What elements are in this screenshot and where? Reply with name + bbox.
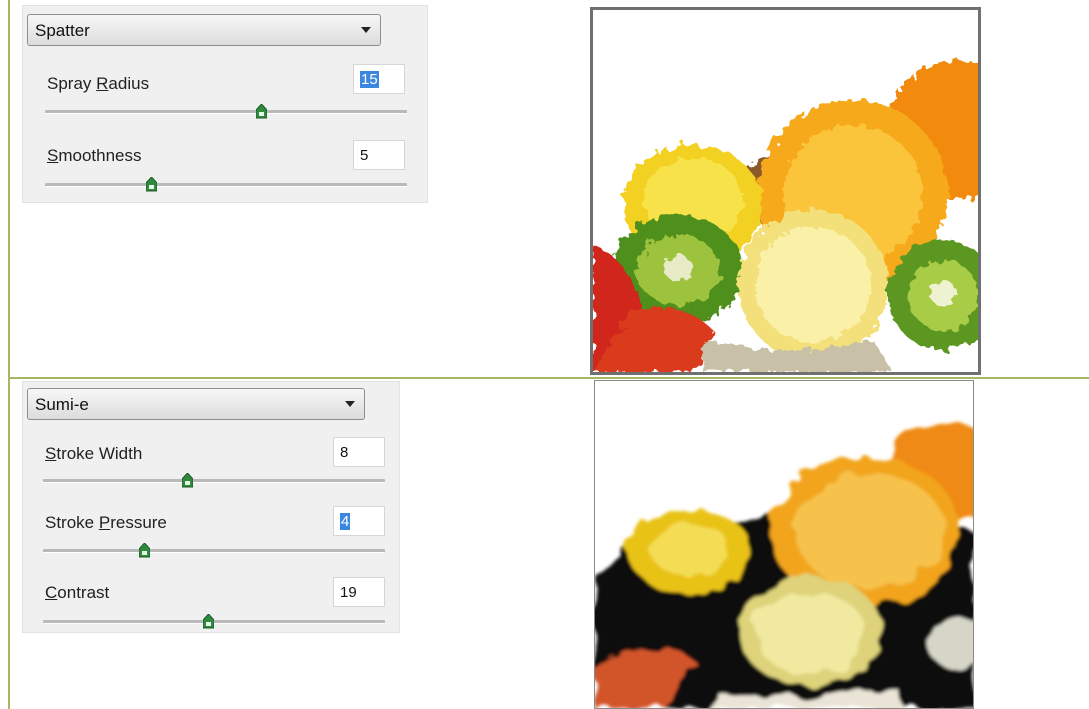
chevron-down-icon (361, 27, 371, 33)
stroke-width-value: 8 (340, 444, 349, 461)
sumie-preview-image (594, 380, 974, 709)
smoothness-slider-thumb[interactable] (146, 177, 157, 192)
smoothness-value: 5 (360, 147, 369, 164)
smoothness-slider[interactable] (45, 183, 407, 187)
contrast-value: 19 (340, 584, 357, 601)
stroke-width-slider-thumb[interactable] (182, 473, 193, 488)
spray-radius-input[interactable]: 15 (353, 64, 405, 94)
spray-radius-slider-thumb[interactable] (256, 104, 267, 119)
smoothness-label: Smoothness (47, 146, 142, 165)
stroke-width-input[interactable]: 8 (333, 437, 385, 467)
stroke-width-slider[interactable] (43, 479, 385, 483)
sumie-settings-panel: Sumi-e Stroke Width 8 Stroke Pressure 4 … (22, 381, 400, 633)
contrast-slider[interactable] (43, 620, 385, 624)
smoothness-input[interactable]: 5 (353, 140, 405, 170)
stroke-pressure-slider[interactable] (43, 549, 385, 553)
stroke-pressure-slider-thumb[interactable] (139, 543, 150, 558)
fruit-image (595, 421, 973, 708)
contrast-input[interactable]: 19 (333, 577, 385, 607)
spatter-settings-panel: Spatter Spray Radius 15 Smoothness 5 (22, 5, 428, 203)
chevron-down-icon (345, 401, 355, 407)
spray-radius-slider[interactable] (45, 110, 407, 114)
stroke-width-label: Stroke Width (45, 444, 143, 463)
stroke-pressure-value: 4 (340, 513, 351, 530)
filter-select[interactable]: Spatter (27, 14, 381, 46)
stroke-pressure-label: Stroke Pressure (45, 513, 167, 532)
spray-radius-label: Spray Radius (47, 74, 150, 93)
table-border-left (8, 0, 10, 709)
fruit-image (593, 60, 978, 372)
spray-radius-value: 15 (360, 71, 379, 88)
stroke-pressure-input[interactable]: 4 (333, 506, 385, 536)
table-row-divider (10, 377, 1089, 379)
filter-select-value: Spatter (35, 21, 90, 40)
contrast-slider-thumb[interactable] (203, 614, 214, 629)
filter-select-value: Sumi-e (35, 395, 89, 414)
contrast-label: Contrast (45, 583, 110, 602)
filter-select[interactable]: Sumi-e (27, 388, 365, 420)
spatter-preview-image (590, 7, 981, 375)
